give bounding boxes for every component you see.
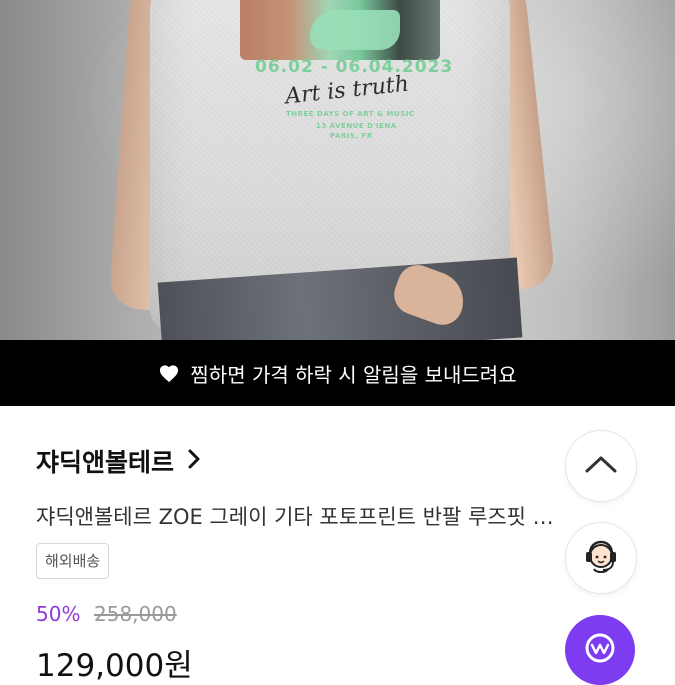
original-price: 258,000: [94, 602, 177, 626]
shop-name: 쟈딕앤볼테르: [36, 448, 175, 477]
print-line-3: PARIS, FR: [330, 132, 373, 140]
banner-text: 찜하면 가격 하락 시 알림을 보내드려요: [190, 362, 517, 387]
print-line-1: THREE DAYS OF ART & MUSIC: [286, 110, 415, 118]
headset-agent-icon: [578, 533, 624, 583]
brand-w-icon: [583, 631, 617, 669]
print-graphic: [240, 0, 440, 60]
chevron-right-icon: [186, 447, 202, 476]
print-line-2: 13 AVENUE D'IENA: [316, 122, 397, 130]
discount-rate: 50%: [36, 602, 81, 626]
shop-link[interactable]: 쟈딕앤볼테르: [36, 443, 202, 479]
customer-support-button[interactable]: [565, 522, 637, 594]
print-date-text: 06.02 - 06.04.2023: [255, 57, 454, 77]
product-image[interactable]: 06.02 - 06.04.2023 Art is truth THREE DA…: [0, 0, 675, 340]
product-title: 쟈딕앤볼테르 ZOE 그레이 기타 포토프린트 반팔 루즈핏 …: [36, 505, 554, 529]
overseas-shipping-badge: 해외배송: [36, 543, 110, 579]
scroll-top-button[interactable]: [565, 430, 637, 502]
chevron-up-icon: [584, 454, 618, 478]
wishlist-alert-banner[interactable]: 찜하면 가격 하락 시 알림을 보내드려요: [0, 340, 675, 406]
sale-price: 129,000원: [36, 648, 193, 684]
heart-icon: [158, 363, 180, 383]
